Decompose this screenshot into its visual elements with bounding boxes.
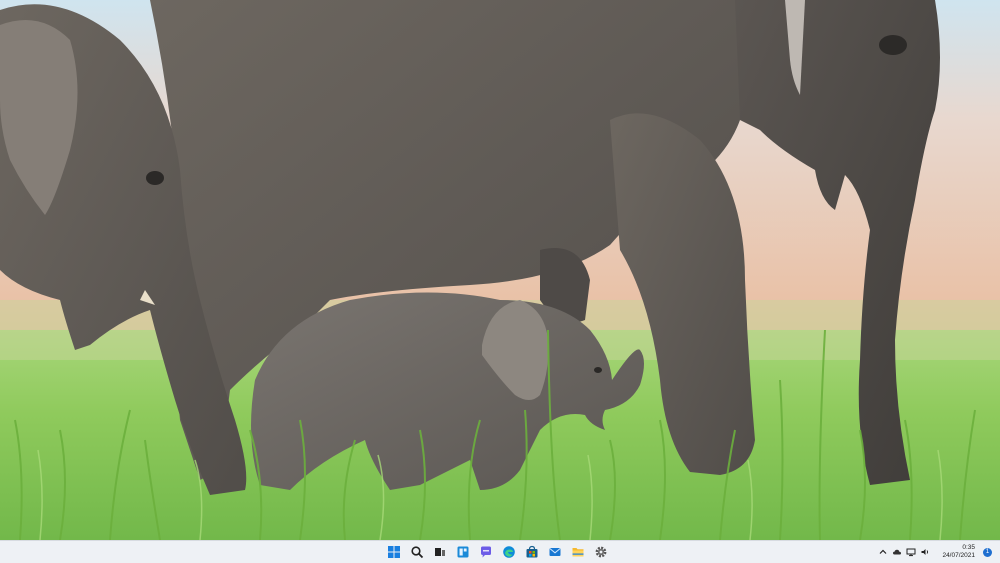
volume-icon [921,549,929,555]
start-button[interactable] [384,542,404,562]
mail-button[interactable] [545,542,565,562]
file-explorer-button[interactable] [568,542,588,562]
settings-button[interactable] [591,542,611,562]
cloud-icon [893,549,902,555]
network-icon [906,548,916,557]
mail-icon [549,548,561,556]
widgets-button[interactable] [453,542,473,562]
edge-icon [503,546,515,558]
task-view-button[interactable] [430,542,450,562]
chat-icon [481,546,491,558]
folder-icon [572,548,584,557]
onedrive-button[interactable] [892,547,902,557]
clock-time: 0:35 [962,544,975,551]
windows-logo-icon [388,546,400,558]
search-button[interactable] [407,542,427,562]
system-tray: 0:35 24/07/2021 1 [878,541,992,563]
network-button[interactable] [906,547,916,557]
volume-button[interactable] [920,547,930,557]
taskbar: 0:35 24/07/2021 1 [0,540,1000,563]
notification-badge[interactable]: 1 [983,547,992,557]
chevron-up-icon [880,549,887,554]
show-hidden-icons-button[interactable] [878,547,888,557]
widgets-icon [457,546,469,558]
edge-button[interactable] [499,542,519,562]
taskbar-apps [384,541,611,563]
desktop-wallpaper [0,0,1000,540]
task-view-icon [435,548,445,556]
store-icon [526,545,538,558]
store-button[interactable] [522,542,542,562]
chat-button[interactable] [476,542,496,562]
wallpaper-image [0,0,1000,540]
gear-icon [595,546,607,558]
clock-button[interactable]: 0:35 24/07/2021 [942,544,975,560]
search-icon [411,546,424,559]
clock-date: 24/07/2021 [942,552,975,559]
